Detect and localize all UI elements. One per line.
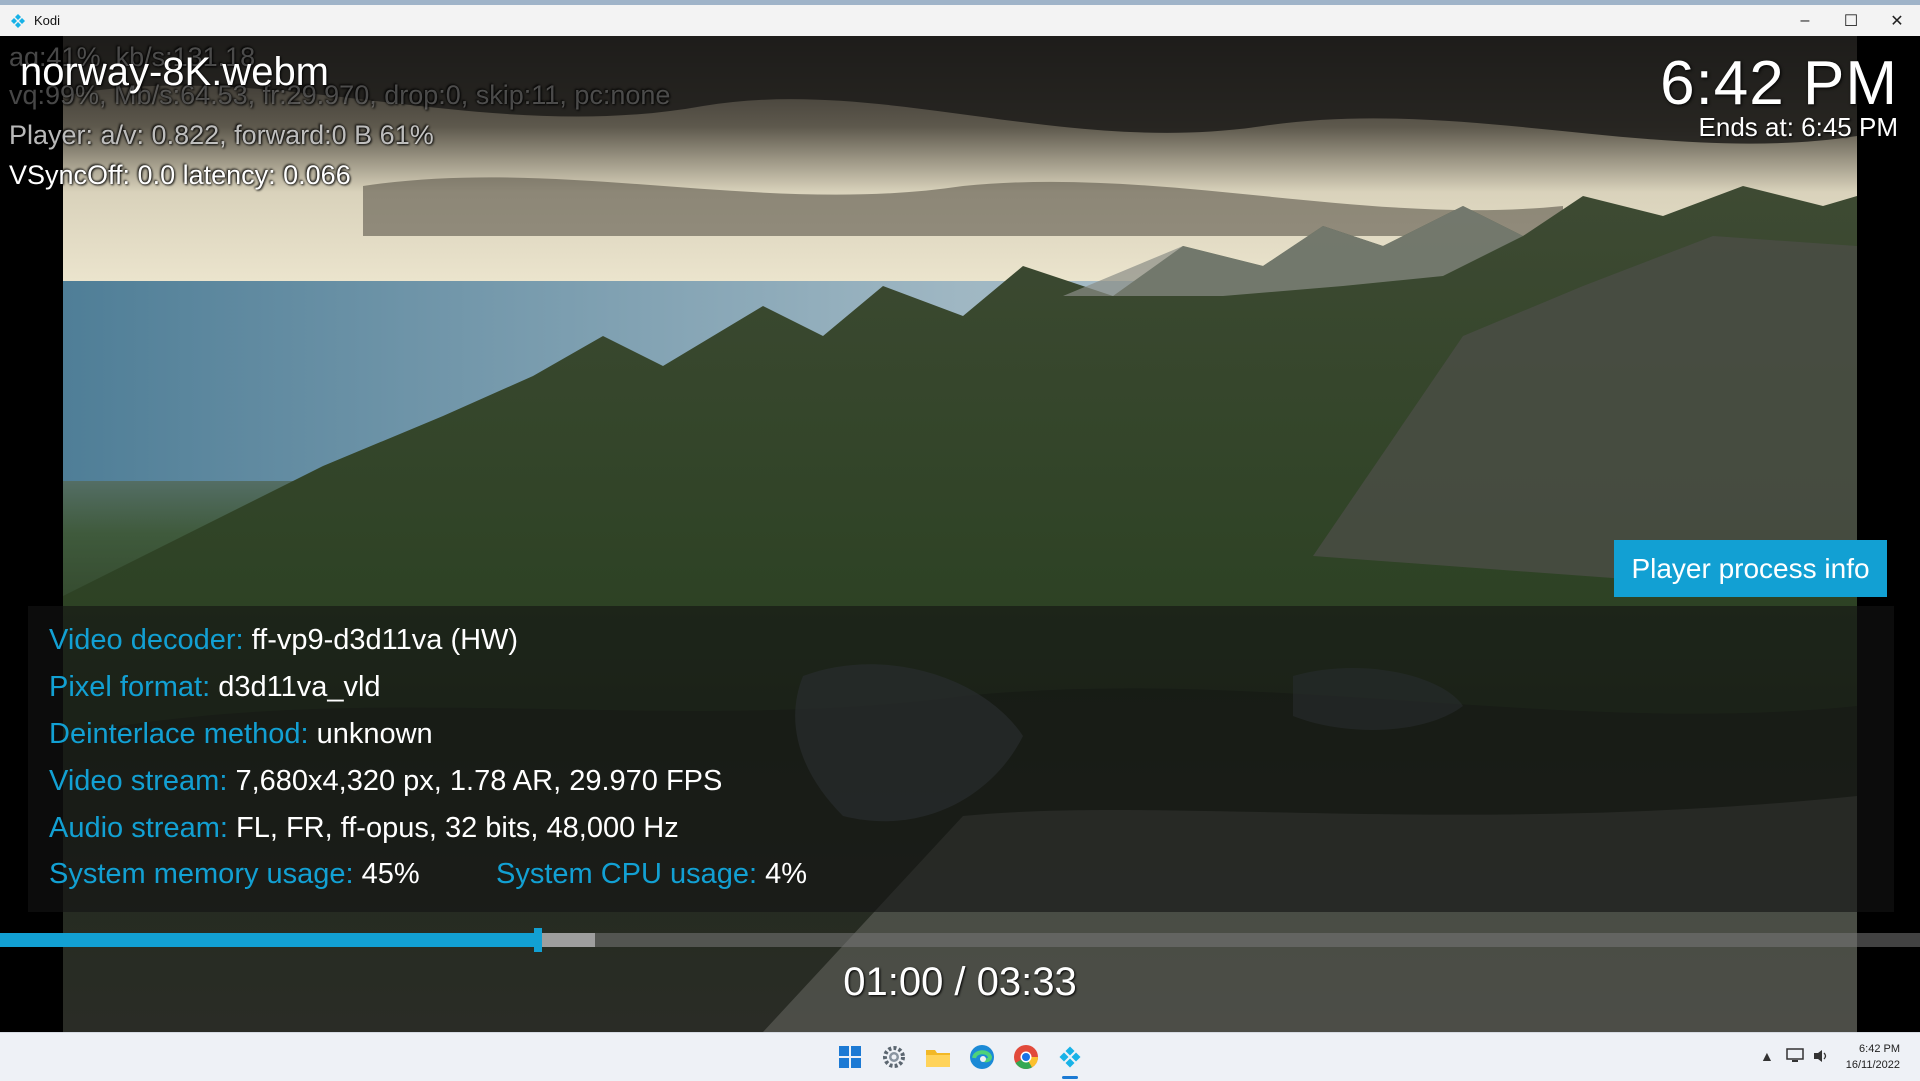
taskbar-clock[interactable]: 6:42 PM 16/11/2022 <box>1846 1041 1900 1073</box>
seek-bar-handle[interactable] <box>533 928 542 952</box>
kodi-logo-icon <box>11 13 25 28</box>
kodi-app-icon[interactable] <box>1054 1041 1086 1073</box>
edge-browser-icon[interactable] <box>966 1041 998 1073</box>
info-row-memory: System memory usage: 45% <box>49 858 420 890</box>
window-title: Kodi <box>34 13 61 28</box>
tray-chevron-up-icon[interactable]: ▲ <box>1760 1048 1774 1064</box>
seek-bar-progress <box>0 933 538 947</box>
info-row-pixel-format: Pixel format: d3d11va_vld <box>49 671 381 703</box>
info-row-cpu: System CPU usage: 4% <box>496 858 808 890</box>
info-row-deinterlace: Deinterlace method: unknown <box>49 718 433 750</box>
start-windows-icon[interactable] <box>834 1041 866 1073</box>
media-title: norway-8K.webm <box>20 50 330 94</box>
chrome-browser-icon[interactable] <box>1010 1041 1042 1073</box>
taskbar: ▲ 6:42 PM 16/11/2022 <box>0 1032 1920 1081</box>
settings-gear-icon[interactable] <box>878 1041 910 1073</box>
network-icon[interactable] <box>1786 1048 1804 1067</box>
speaker-icon[interactable] <box>1812 1048 1830 1067</box>
video-player[interactable]: aq:41%, kb/s:131.18 vq:99%, Mb/s:64.53, … <box>0 36 1920 1032</box>
playback-time: 01:00 / 03:33 <box>843 960 1077 1004</box>
debug-vsync-line: VSyncOff: 0.0 latency: 0.066 <box>9 160 351 190</box>
minimize-button[interactable]: – <box>1782 5 1828 36</box>
file-explorer-icon[interactable] <box>922 1041 954 1073</box>
window-title-bar: Kodi – ☐ ✕ <box>0 0 1920 36</box>
clock: 6:42 PM <box>1660 49 1898 118</box>
debug-player-line: Player: a/v: 0.822, forward:0 B 61% <box>9 120 434 150</box>
close-button[interactable]: ✕ <box>1874 5 1920 36</box>
info-row-video-decoder: Video decoder: ff-vp9-d3d11va (HW) <box>49 624 519 656</box>
player-process-info-header: Player process info <box>1614 540 1887 597</box>
maximize-button[interactable]: ☐ <box>1828 5 1874 36</box>
info-row-audio-stream: Audio stream: FL, FR, ff-opus, 32 bits, … <box>49 812 679 844</box>
info-row-video-stream: Video stream: 7,680x4,320 px, 1.78 AR, 2… <box>49 765 723 797</box>
active-app-indicator <box>1062 1076 1078 1079</box>
ends-at: Ends at: 6:45 PM <box>1698 112 1898 142</box>
